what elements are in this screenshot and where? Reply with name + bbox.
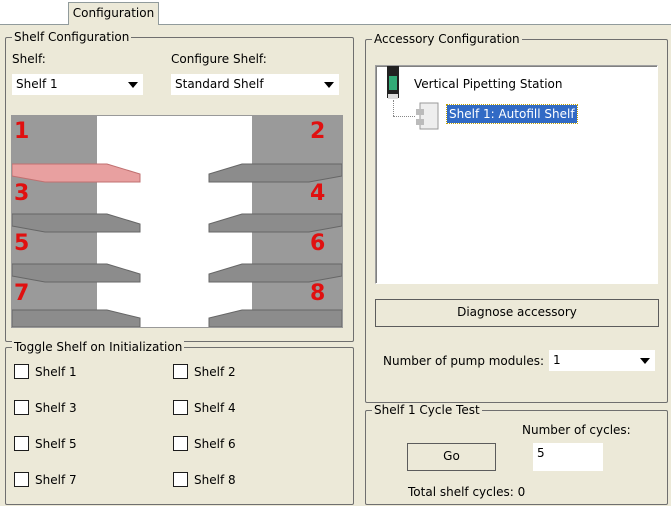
shelf-number-1: 1 xyxy=(14,119,29,144)
checkbox-label: Shelf 2 xyxy=(194,365,236,379)
pump-modules-label: Number of pump modules: xyxy=(383,354,544,368)
tab-configuration[interactable]: Configuration xyxy=(68,2,159,25)
shelf-7-checkbox[interactable]: Shelf 7 xyxy=(14,472,77,487)
shelf-3-checkbox[interactable]: Shelf 3 xyxy=(14,400,77,415)
checkbox-label: Shelf 7 xyxy=(35,473,77,487)
checkbox-label: Shelf 8 xyxy=(194,473,236,487)
diagnose-accessory-button[interactable]: Diagnose accessory xyxy=(375,299,659,327)
group-title: Accessory Configuration xyxy=(372,32,522,46)
checkbox-label: Shelf 3 xyxy=(35,401,77,415)
tree-root[interactable]: Vertical Pipetting Station xyxy=(414,77,562,91)
group-title: Shelf Configuration xyxy=(12,30,131,44)
checkbox-box[interactable] xyxy=(173,436,188,451)
shelf-number-8: 8 xyxy=(310,281,325,306)
shelf-select-value: Shelf 1 xyxy=(16,77,58,91)
shelf-number-3: 3 xyxy=(14,181,29,206)
cycles-label: Number of cycles: xyxy=(522,423,631,437)
chevron-down-icon[interactable] xyxy=(640,358,650,364)
cycles-input[interactable]: 5 xyxy=(533,443,603,471)
checkbox-label: Shelf 4 xyxy=(194,401,236,415)
shelf-6-checkbox[interactable]: Shelf 6 xyxy=(173,436,236,451)
tree-line xyxy=(393,100,394,116)
shelf-rack-image: 1 2 3 4 5 6 7 8 xyxy=(12,116,342,327)
configure-shelf-label: Configure Shelf: xyxy=(171,52,267,66)
tree-line xyxy=(393,116,415,117)
chevron-down-icon[interactable] xyxy=(128,82,138,88)
pump-modules-value: 1 xyxy=(553,353,561,367)
shelf-label: Shelf: xyxy=(12,52,46,66)
chevron-down-icon[interactable] xyxy=(324,82,334,88)
checkbox-label: Shelf 6 xyxy=(194,437,236,451)
checkbox-box[interactable] xyxy=(14,364,29,379)
group-title: Toggle Shelf on Initialization xyxy=(12,340,184,354)
checkbox-box[interactable] xyxy=(173,364,188,379)
shelf-number-4: 4 xyxy=(310,181,325,206)
shelf-2-checkbox[interactable]: Shelf 2 xyxy=(173,364,236,379)
shelf-number-2: 2 xyxy=(310,119,325,144)
shelf-number-7: 7 xyxy=(14,281,29,306)
checkbox-label: Shelf 1 xyxy=(35,365,77,379)
tree-child-selected[interactable]: Shelf 1: Autofill Shelf xyxy=(447,105,577,123)
shelf-diagram[interactable]: 1 2 3 4 5 6 7 8 xyxy=(11,115,343,328)
checkbox-box[interactable] xyxy=(14,400,29,415)
checkbox-box[interactable] xyxy=(173,400,188,415)
shelf-4-checkbox[interactable]: Shelf 4 xyxy=(173,400,236,415)
pump-modules-select[interactable]: 1 xyxy=(549,350,655,371)
checkbox-box[interactable] xyxy=(14,472,29,487)
pipetting-station-icon xyxy=(385,66,401,100)
shelf-5-checkbox[interactable]: Shelf 5 xyxy=(14,436,77,451)
shelf-8-checkbox[interactable]: Shelf 8 xyxy=(173,472,236,487)
go-button[interactable]: Go xyxy=(407,443,496,471)
checkbox-box[interactable] xyxy=(173,472,188,487)
group-title: Shelf 1 Cycle Test xyxy=(372,403,482,417)
shelf-number-5: 5 xyxy=(14,231,29,256)
shelf-number-6: 6 xyxy=(310,231,325,256)
checkbox-label: Shelf 5 xyxy=(35,437,77,451)
shelf-icon xyxy=(416,101,440,131)
total-cycles: Total shelf cycles: 0 xyxy=(408,485,525,499)
configure-shelf-value: Standard Shelf xyxy=(175,77,264,91)
shelf-1-checkbox[interactable]: Shelf 1 xyxy=(14,364,77,379)
accessory-tree[interactable]: Vertical Pipetting Station Shelf 1: Auto… xyxy=(375,65,658,284)
configure-shelf-select[interactable]: Standard Shelf xyxy=(171,74,339,95)
checkbox-box[interactable] xyxy=(14,436,29,451)
shelf-select[interactable]: Shelf 1 xyxy=(12,74,143,95)
